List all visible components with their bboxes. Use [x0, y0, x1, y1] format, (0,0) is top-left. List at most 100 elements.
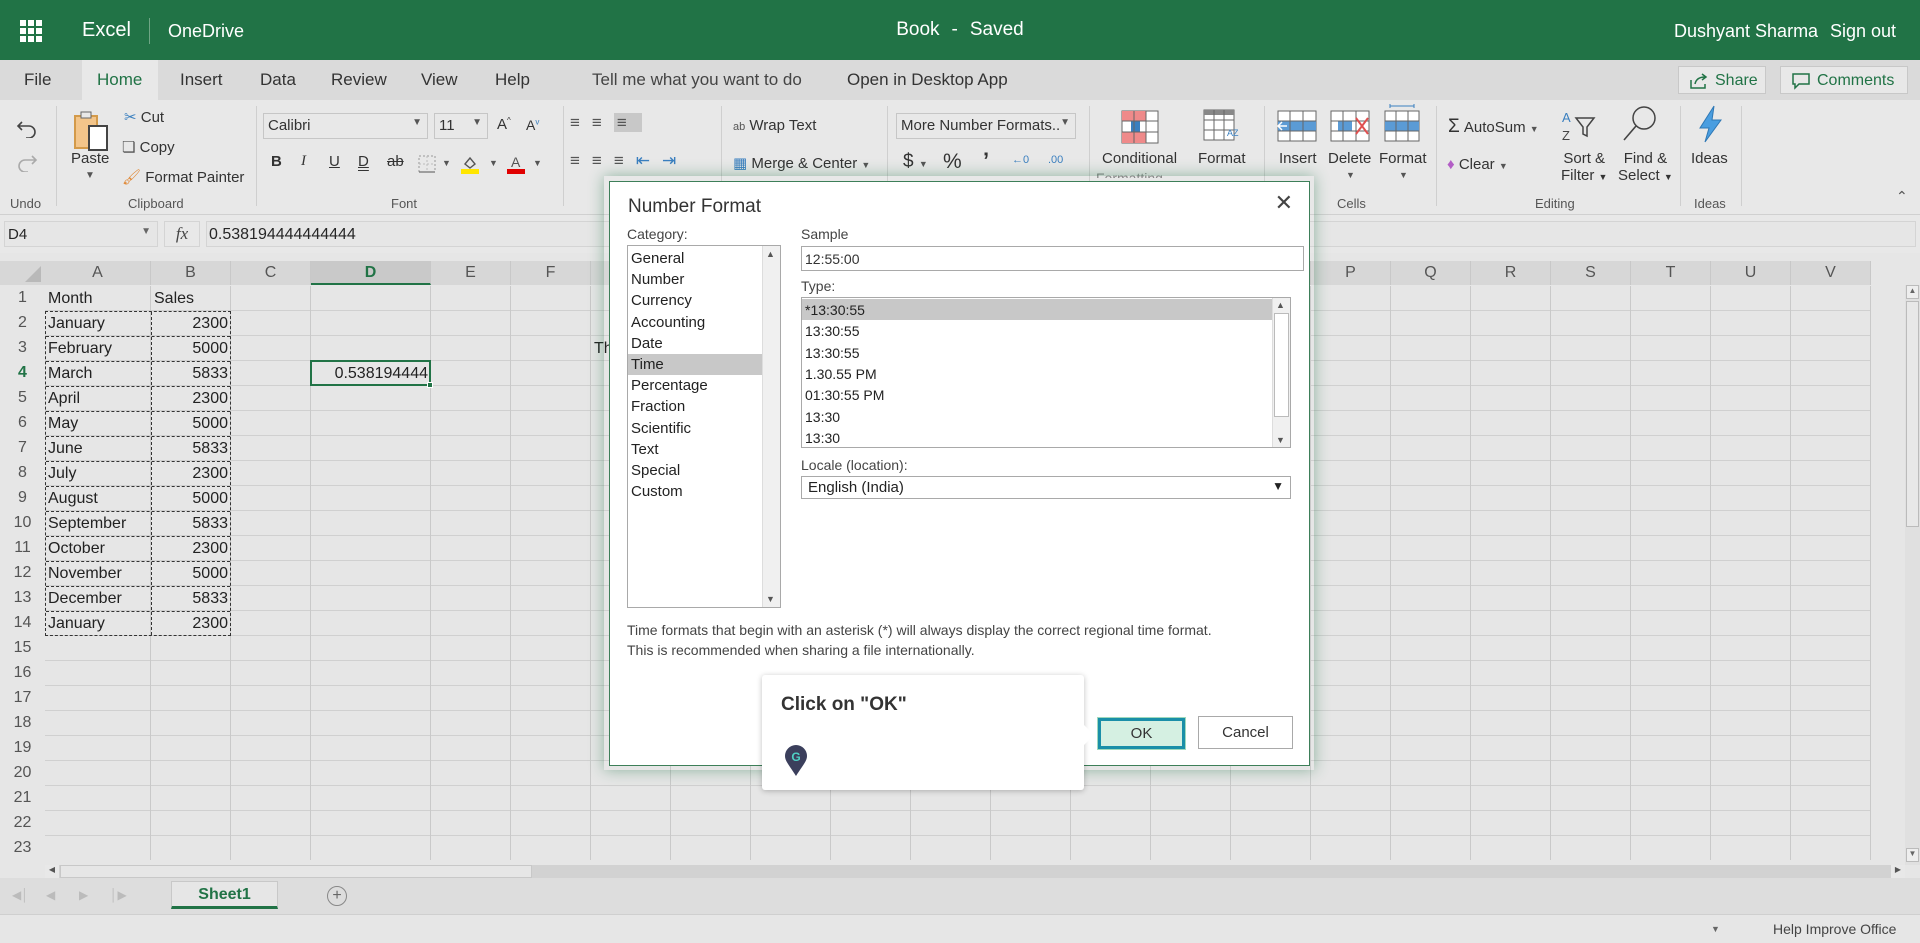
status-chevron-icon[interactable]: ▼	[1711, 924, 1720, 934]
column-header-u[interactable]: U	[1711, 261, 1791, 285]
cell-a1[interactable]: Month	[45, 286, 151, 311]
increase-font-icon[interactable]: A^	[497, 116, 511, 133]
chevron-down-icon[interactable]: ▼	[141, 226, 151, 237]
scroll-up-icon[interactable]: ▲	[766, 249, 775, 259]
category-item-scientific[interactable]: Scientific	[628, 418, 762, 439]
scroll-down-icon[interactable]: ▼	[1276, 435, 1285, 445]
row-header-15[interactable]: 15	[0, 636, 45, 661]
borders-dropdown-icon[interactable]: ▼	[442, 158, 451, 168]
category-item-text[interactable]: Text	[628, 439, 762, 460]
percent-button[interactable]: %	[943, 150, 962, 174]
category-item-general[interactable]: General	[628, 248, 762, 269]
font-name-select[interactable]: Calibri ▼	[263, 113, 428, 139]
cut-button[interactable]: ✂ Cut	[124, 108, 164, 126]
row-header-11[interactable]: 11	[0, 536, 45, 561]
delete-cells-button[interactable]: Delete	[1328, 150, 1371, 167]
tab-home[interactable]: Home	[82, 60, 158, 100]
category-item-time[interactable]: Time	[628, 354, 762, 375]
autosum-button[interactable]: Σ AutoSum ▼	[1448, 116, 1539, 138]
decrease-decimal-icon[interactable]: .00	[1048, 154, 1063, 166]
delete-cells-icon[interactable]	[1330, 110, 1370, 142]
insert-function-button[interactable]: fx	[164, 221, 200, 247]
column-header-b[interactable]: B	[151, 261, 231, 285]
row-header-6[interactable]: 6	[0, 411, 45, 436]
type-item[interactable]: 13:30	[802, 406, 1272, 427]
lightning-icon[interactable]	[1694, 104, 1726, 144]
last-sheet-icon[interactable]: │▶	[110, 888, 127, 902]
scroll-up-icon[interactable]: ▲	[1906, 285, 1919, 299]
scroll-left-icon[interactable]: ◀	[45, 865, 59, 878]
column-header-r[interactable]: R	[1471, 261, 1551, 285]
column-header-v[interactable]: V	[1791, 261, 1871, 285]
category-list[interactable]: General Number Currency Accounting Date Time P…	[627, 245, 781, 608]
vertical-scroll-thumb[interactable]	[1906, 301, 1919, 527]
column-header-q[interactable]: Q	[1391, 261, 1471, 285]
find-select-button[interactable]: Find & Select ▼	[1618, 150, 1673, 184]
ideas-button[interactable]: Ideas	[1691, 150, 1728, 167]
help-improve-office-link[interactable]: Help Improve Office	[1773, 921, 1896, 937]
select-all-button[interactable]	[0, 261, 45, 285]
cell-a2[interactable]: January	[45, 311, 151, 336]
row-header-19[interactable]: 19	[0, 736, 45, 761]
tab-review[interactable]: Review	[331, 70, 387, 90]
cell-a3[interactable]: February	[45, 336, 151, 361]
delete-dropdown-icon[interactable]: ▼	[1346, 170, 1355, 180]
row-header-8[interactable]: 8	[0, 461, 45, 486]
type-item[interactable]: *13:30:55	[802, 299, 1272, 320]
decrease-indent-icon[interactable]: ⇤	[636, 151, 662, 170]
row-header-1[interactable]: 1	[0, 286, 45, 311]
cell-a11[interactable]: October	[45, 536, 151, 561]
row-header-20[interactable]: 20	[0, 761, 45, 786]
row-header-7[interactable]: 7	[0, 436, 45, 461]
increase-decimal-icon[interactable]: ←0	[1012, 154, 1029, 166]
active-cell-d4[interactable]	[310, 360, 433, 388]
cell-b2[interactable]: 2300	[151, 311, 231, 336]
type-item[interactable]: 01:30:55 PM	[802, 384, 1272, 405]
category-item-currency[interactable]: Currency	[628, 290, 762, 311]
cell-b9[interactable]: 5000	[151, 486, 231, 511]
tab-data[interactable]: Data	[260, 70, 296, 90]
cell-b14[interactable]: 2300	[151, 611, 231, 636]
paste-button[interactable]: Paste	[71, 150, 109, 167]
cell-b5[interactable]: 2300	[151, 386, 231, 411]
align-top-icon[interactable]: ≡	[570, 113, 592, 132]
row-header-14[interactable]: 14	[0, 611, 45, 636]
column-header-p[interactable]: P	[1311, 261, 1391, 285]
fill-color-icon[interactable]	[461, 154, 479, 174]
cell-b1[interactable]: Sales	[151, 286, 231, 311]
conditional-formatting-button[interactable]: Conditional	[1102, 150, 1177, 167]
comma-style-button[interactable]: ’	[983, 148, 989, 174]
cell-a12[interactable]: November	[45, 561, 151, 586]
cell-b3[interactable]: 5000	[151, 336, 231, 361]
column-header-a[interactable]: A	[45, 261, 151, 285]
category-item-percentage[interactable]: Percentage	[628, 375, 762, 396]
format-cells-button[interactable]: Format	[1379, 150, 1427, 167]
align-center-icon[interactable]: ≡	[592, 151, 614, 170]
dropdown-arrow-icon[interactable]: ▼	[1272, 479, 1284, 493]
column-header-e[interactable]: E	[431, 261, 511, 285]
clear-button[interactable]: ♦ Clear ▼	[1447, 156, 1508, 173]
user-name[interactable]: Dushyant Sharma	[1674, 21, 1818, 42]
borders-icon[interactable]	[418, 155, 436, 173]
format-painter-button[interactable]: 🖌 Format Painter	[122, 168, 244, 186]
format-as-table-button[interactable]: Format	[1198, 150, 1246, 167]
number-format-select[interactable]: More Number Formats.. ▼	[896, 113, 1076, 139]
row-header-18[interactable]: 18	[0, 711, 45, 736]
font-size-select[interactable]: 11 ▼	[434, 113, 488, 139]
scroll-down-icon[interactable]: ▼	[766, 594, 775, 604]
merge-center-button[interactable]: ▦ Merge & Center ▼	[733, 154, 870, 172]
insert-cells-icon[interactable]	[1277, 110, 1317, 142]
doc-name[interactable]: Book	[896, 19, 939, 40]
cell-b7[interactable]: 5833	[151, 436, 231, 461]
cell-a4[interactable]: March	[45, 361, 151, 386]
horizontal-scrollbar[interactable]: ◀ ▶	[45, 865, 1905, 878]
row-header-2[interactable]: 2	[0, 311, 45, 336]
align-bottom-icon[interactable]: ≡	[613, 113, 642, 132]
name-box[interactable]: D4 ▼	[4, 221, 158, 247]
align-right-icon[interactable]: ≡	[614, 151, 636, 170]
conditional-formatting-icon[interactable]	[1121, 110, 1159, 144]
collapse-ribbon-icon[interactable]: ⌃	[1896, 188, 1908, 205]
cell-b12[interactable]: 5000	[151, 561, 231, 586]
cell-a14[interactable]: January	[45, 611, 151, 636]
cell-b10[interactable]: 5833	[151, 511, 231, 536]
